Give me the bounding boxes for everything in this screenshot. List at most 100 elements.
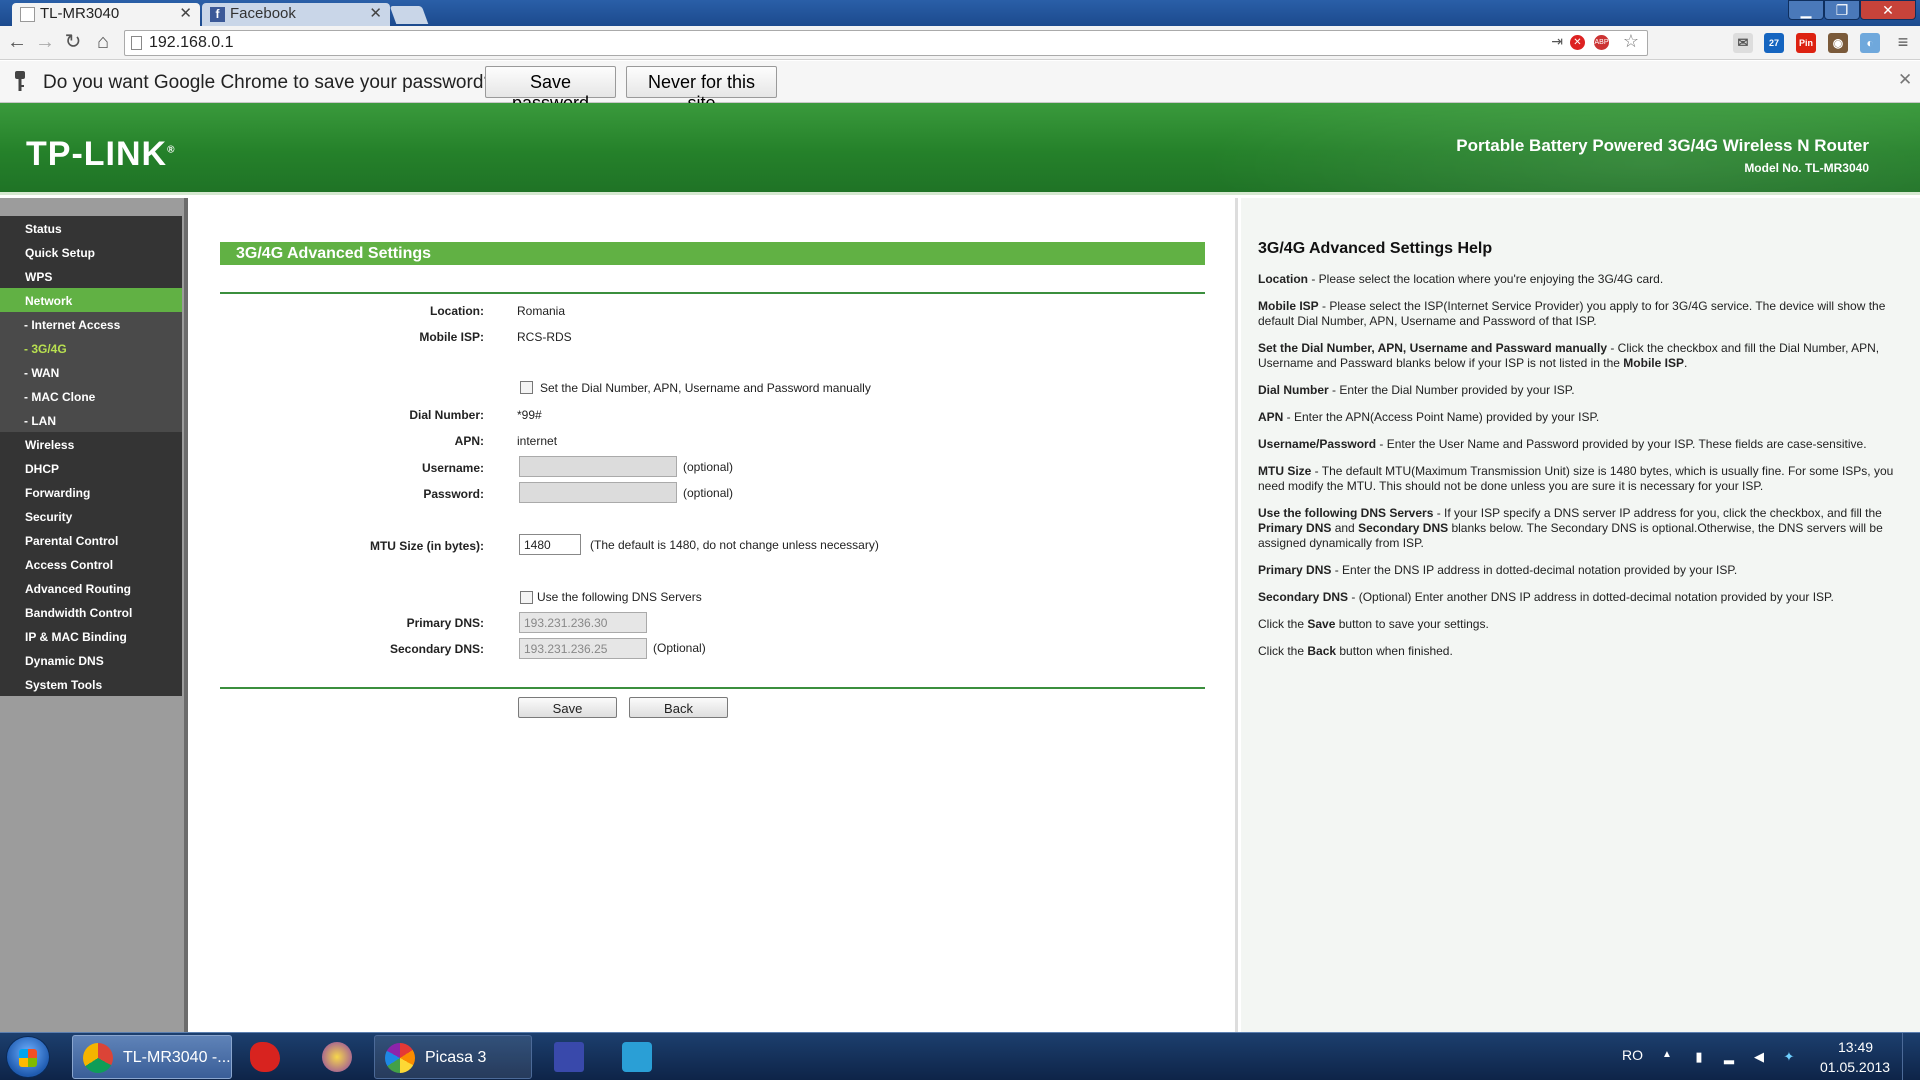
key-icon — [15, 71, 25, 91]
sidebar-item-wps[interactable]: WPS — [0, 264, 182, 288]
minimize-button[interactable]: ▁ — [1788, 0, 1824, 20]
manual-settings-checkbox[interactable] — [520, 381, 533, 394]
taskbar-app-messenger[interactable] — [312, 1035, 366, 1079]
reload-icon[interactable]: ↻ — [62, 31, 84, 53]
show-hidden-icons-icon[interactable]: ▲ — [1660, 1049, 1674, 1065]
manual-settings-label: Set the Dial Number, APN, Username and P… — [540, 381, 871, 395]
help-paragraph: Use the following DNS Servers - If your … — [1258, 506, 1908, 551]
windows-logo-icon — [19, 1049, 37, 1067]
sidebar-item-system-tools[interactable]: System Tools — [0, 672, 182, 696]
pin-arrow-icon[interactable]: ⇥ — [1551, 33, 1563, 50]
help-paragraph: Primary DNS - Enter the DNS IP address i… — [1258, 563, 1908, 578]
back-button[interactable]: Back — [629, 697, 728, 718]
password-input[interactable] — [519, 482, 677, 503]
taskbar-chrome-label: TL-MR3040 -... — [123, 1049, 231, 1066]
forward-arrow-icon[interactable]: → — [34, 31, 56, 53]
router-banner: TP-LINK® Portable Battery Powered 3G/4G … — [0, 103, 1920, 195]
sidebar-item-lan[interactable]: - LAN — [0, 408, 182, 432]
camera-icon[interactable]: ◉ — [1828, 33, 1848, 53]
close-window-button[interactable]: ✕ — [1860, 0, 1916, 20]
sidebar-item-internet-access[interactable]: - Internet Access — [0, 312, 182, 336]
help-body: Location - Please select the location wh… — [1258, 272, 1908, 671]
username-input[interactable] — [519, 456, 677, 477]
ant-icon — [250, 1042, 280, 1072]
username-label: Username: — [421, 461, 484, 475]
apn-label: APN: — [454, 434, 484, 448]
menu-icon[interactable]: ≡ — [1892, 31, 1914, 53]
sidebar-item-wireless[interactable]: Wireless — [0, 432, 182, 456]
extension-globe-icon[interactable]: ◐ — [1860, 33, 1880, 53]
clock-date[interactable]: 01.05.2013 — [1820, 1059, 1890, 1075]
battery-icon[interactable]: ▮ — [1692, 1049, 1706, 1065]
sidebar-item-dynamic-dns[interactable]: Dynamic DNS — [0, 648, 182, 672]
mobile-isp-label: Mobile ISP: — [419, 330, 484, 344]
sidebar-item-ip-mac-binding[interactable]: IP & MAC Binding — [0, 624, 182, 648]
clock-time[interactable]: 13:49 — [1838, 1039, 1873, 1055]
sidebar-item-parental-control[interactable]: Parental Control — [0, 528, 182, 552]
taskbar-chrome[interactable]: TL-MR3040 -... — [72, 1035, 232, 1079]
taskbar-app-ant[interactable] — [240, 1035, 294, 1079]
sidebar-menu: Status Quick Setup WPS Network - Internet Ac… — [0, 198, 188, 1032]
sidebar-item-dhcp[interactable]: DHCP — [0, 456, 182, 480]
adblock-icon[interactable]: ABP — [1594, 35, 1609, 50]
close-infobar-icon[interactable]: ✕ — [1898, 70, 1912, 90]
sidebar-item-bandwidth-control[interactable]: Bandwidth Control — [0, 600, 182, 624]
secondary-dns-input[interactable]: 193.231.236.25 — [519, 638, 647, 659]
tab-title: TL-MR3040 — [40, 5, 120, 22]
secondary-dns-label: Secondary DNS: — [389, 642, 484, 656]
window-titlebar: TL-MR3040 ✕ f Facebook ✕ ▁ ❐ ✕ — [0, 0, 1920, 26]
sidebar-item-access-control[interactable]: Access Control — [0, 552, 182, 576]
sidebar-item-network[interactable]: Network — [0, 288, 182, 312]
model-number: Model No. TL-MR3040 — [1744, 161, 1869, 175]
sidebar-item-security[interactable]: Security — [0, 504, 182, 528]
home-icon[interactable]: ⌂ — [92, 31, 114, 53]
network-signal-icon[interactable]: ▂ — [1722, 1049, 1736, 1065]
help-paragraph: APN - Enter the APN(Access Point Name) p… — [1258, 410, 1908, 425]
save-button[interactable]: Save — [518, 697, 617, 718]
tab-tl-mr3040[interactable]: TL-MR3040 ✕ — [12, 3, 200, 26]
bookmark-star-icon[interactable]: ☆ — [1623, 31, 1639, 52]
sidebar-item-status[interactable]: Status — [0, 216, 182, 240]
taskbar-app-floppy[interactable] — [544, 1035, 598, 1079]
taskbar-picasa[interactable]: Picasa 3 — [374, 1035, 532, 1079]
page-icon — [131, 36, 142, 50]
taskbar-app-twitter[interactable] — [612, 1035, 666, 1079]
dropbox-icon[interactable]: ✦ — [1782, 1049, 1796, 1065]
language-indicator[interactable]: RO — [1622, 1047, 1643, 1063]
password-optional-hint: (optional) — [683, 486, 734, 500]
windows-taskbar: TL-MR3040 -... Picasa 3 RO ▲ ▮ ▂ ◀ ✦ 13:… — [0, 1032, 1920, 1080]
pinterest-icon[interactable]: Pin — [1796, 33, 1816, 53]
help-term: Secondary DNS — [1358, 521, 1449, 535]
help-term: Save — [1307, 617, 1336, 631]
never-for-this-site-button[interactable]: Never for this site — [626, 66, 777, 113]
sidebar-item-3g-4g[interactable]: - 3G/4G — [0, 336, 182, 360]
help-title: 3G/4G Advanced Settings Help — [1258, 240, 1493, 257]
sidebar-item-quick-setup[interactable]: Quick Setup — [0, 240, 182, 264]
maximize-button[interactable]: ❐ — [1824, 0, 1860, 20]
help-term: Dial Number — [1258, 383, 1329, 397]
close-tab-icon[interactable]: ✕ — [369, 4, 382, 22]
sidebar-item-advanced-routing[interactable]: Advanced Routing — [0, 576, 182, 600]
show-desktop-button[interactable] — [1902, 1033, 1918, 1080]
close-tab-icon[interactable]: ✕ — [179, 4, 192, 22]
volume-icon[interactable]: ◀ — [1752, 1049, 1766, 1065]
sidebar-item-mac-clone[interactable]: - MAC Clone — [0, 384, 182, 408]
blocked-icon[interactable]: ✕ — [1570, 35, 1585, 50]
sidebar-item-forwarding[interactable]: Forwarding — [0, 480, 182, 504]
location-label: Location: — [430, 304, 484, 318]
new-tab-button[interactable] — [389, 6, 429, 24]
floppy-disk-icon — [554, 1042, 584, 1072]
address-bar[interactable]: 192.168.0.1 ⇥ ✕ ABP ☆ — [124, 30, 1648, 56]
help-text: - Please select the ISP(Internet Service… — [1258, 299, 1886, 328]
back-arrow-icon[interactable]: ← — [6, 31, 28, 53]
start-button[interactable] — [6, 1036, 50, 1078]
dns-servers-checkbox[interactable] — [520, 591, 533, 604]
help-term: Username/Password — [1258, 437, 1377, 451]
primary-dns-input[interactable]: 193.231.236.30 — [519, 612, 647, 633]
gmail-icon[interactable]: ✉ — [1733, 33, 1753, 53]
save-password-button[interactable]: Save password — [485, 66, 616, 113]
mtu-size-input[interactable]: 1480 — [519, 534, 581, 555]
tab-facebook[interactable]: f Facebook ✕ — [202, 3, 390, 26]
sidebar-item-wan[interactable]: - WAN — [0, 360, 182, 384]
calendar-icon[interactable]: 27 — [1764, 33, 1784, 53]
